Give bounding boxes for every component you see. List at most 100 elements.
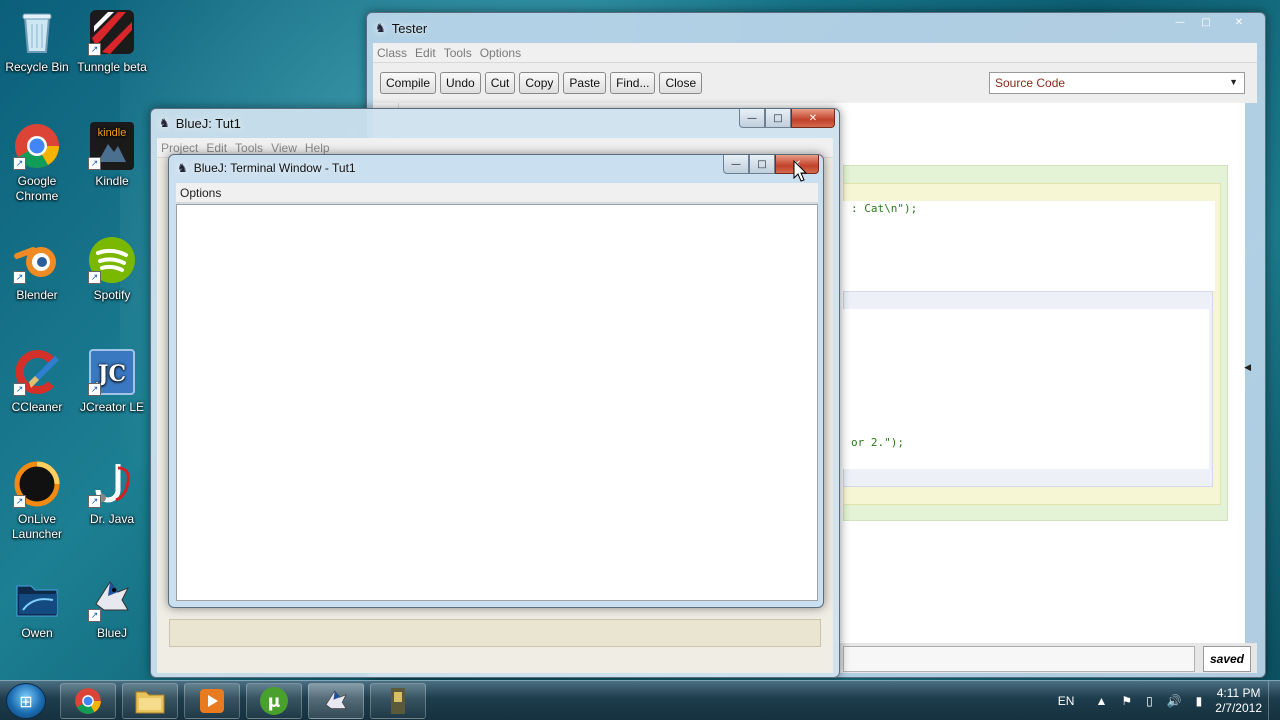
java-app-icon <box>391 688 405 714</box>
terminal-menubar: Options <box>176 183 818 203</box>
language-indicator[interactable]: EN <box>1058 694 1075 708</box>
cut-button[interactable]: Cut <box>484 72 516 94</box>
shortcut-arrow-icon: ↗ <box>88 495 101 508</box>
maximize-button[interactable]: □ <box>1193 13 1219 32</box>
terminal-title: BlueJ: Terminal Window - Tut1 <box>193 161 356 175</box>
view-select[interactable]: Source Code ▼ <box>989 72 1245 94</box>
minimize-button[interactable]: — <box>723 155 749 174</box>
recycle-bin-icon <box>13 8 61 56</box>
tester-titlebar[interactable]: ♞ Tester <box>367 13 1265 43</box>
clock[interactable]: 4:11 PM 2/7/2012 <box>1215 686 1262 716</box>
tester-window-controls: — □ ✕ <box>1167 13 1259 32</box>
close-editor-button[interactable]: Close <box>659 72 703 94</box>
power-icon[interactable]: ▯ <box>1146 694 1153 708</box>
compile-button[interactable]: Compile <box>380 72 437 94</box>
kindle-icon: kindle ↗ <box>88 122 136 170</box>
menu-options[interactable]: Options <box>476 46 525 60</box>
desktop-icon-tunngle[interactable]: ↗ Tunngle beta <box>75 8 149 75</box>
menu-options[interactable]: Options <box>176 186 225 200</box>
svg-text:kindle: kindle <box>98 127 127 139</box>
collapse-arrow-icon[interactable]: ◀ <box>1244 363 1251 373</box>
shortcut-arrow-icon: ↗ <box>88 383 101 396</box>
taskbar-utorrent[interactable]: µ <box>246 683 302 719</box>
bluej-icon <box>325 690 347 709</box>
volume-icon[interactable]: 🔊 <box>1167 694 1182 708</box>
menu-view[interactable]: View <box>267 141 301 155</box>
shortcut-arrow-icon: ↗ <box>88 157 101 170</box>
desktop-icon-kindle[interactable]: kindle ↗ Kindle <box>75 122 149 189</box>
terminal-output[interactable] <box>176 204 818 601</box>
desktop-icon-jcreator[interactable]: JC ↗ JCreator LE <box>75 348 149 415</box>
show-desktop-button[interactable] <box>1268 681 1280 720</box>
chrome-icon: ↗ <box>13 122 61 170</box>
find-button[interactable]: Find... <box>610 72 656 94</box>
action-center-flag-icon[interactable]: ⚑ <box>1121 694 1132 708</box>
desktop-icon-owen[interactable]: Owen <box>0 574 74 641</box>
blender-icon: ↗ <box>13 236 61 284</box>
menu-help[interactable]: Help <box>301 141 334 155</box>
onlive-icon: ↗ <box>13 460 61 508</box>
bluej-titlebar[interactable]: ♞ BlueJ: Tut1 <box>151 109 839 137</box>
media-player-icon <box>200 689 224 713</box>
desktop-icon-spotify[interactable]: ↗ Spotify <box>75 236 149 303</box>
desktop-icon-bluej[interactable]: ↗ BlueJ <box>75 574 149 641</box>
terminal-window[interactable]: ♞ BlueJ: Terminal Window - Tut1 — □ ✕ Op… <box>168 154 824 608</box>
tunngle-icon: ↗ <box>88 8 136 56</box>
shortcut-arrow-icon: ↗ <box>13 383 26 396</box>
network-icon[interactable]: ▮ <box>1196 694 1203 708</box>
ccleaner-icon: ↗ <box>13 348 61 396</box>
utorrent-icon: µ <box>260 687 288 715</box>
menu-class[interactable]: Class <box>373 46 411 60</box>
desktop-icon-chrome[interactable]: ↗ Google Chrome <box>0 122 74 204</box>
shortcut-arrow-icon: ↗ <box>88 43 101 56</box>
menu-tools[interactable]: Tools <box>440 46 476 60</box>
desktop-icon-recycle-bin[interactable]: Recycle Bin <box>0 8 74 75</box>
maximize-button[interactable]: □ <box>765 109 791 128</box>
bluej-window-controls: — □ ✕ <box>739 109 835 128</box>
mouse-cursor-icon <box>793 160 807 182</box>
desktop-icon-drjava[interactable]: ↗ Dr. Java <box>75 460 149 527</box>
shortcut-arrow-icon: ↗ <box>88 609 101 622</box>
menu-edit[interactable]: Edit <box>202 141 231 155</box>
close-button[interactable]: ✕ <box>1219 13 1259 32</box>
close-button[interactable]: ✕ <box>791 109 835 128</box>
desktop-icon-label: Kindle <box>95 174 129 188</box>
paste-button[interactable]: Paste <box>563 72 607 94</box>
system-tray: EN ▲ ⚑ ▯ 🔊 ▮ 4:11 PM 2/7/2012 <box>1051 681 1280 720</box>
desktop-icon-label: Tunngle beta <box>77 60 147 74</box>
taskbar-bluej[interactable] <box>308 683 364 719</box>
message-field <box>843 646 1195 672</box>
jcreator-icon: JC ↗ <box>88 348 136 396</box>
clock-time: 4:11 PM <box>1216 686 1261 700</box>
chevron-up-icon[interactable]: ▲ <box>1095 694 1107 708</box>
taskbar-java-app[interactable] <box>370 683 426 719</box>
maximize-button[interactable]: □ <box>749 155 775 174</box>
desktop-icon-label: Recycle Bin <box>5 60 69 74</box>
taskbar-chrome[interactable] <box>60 683 116 719</box>
minimize-button[interactable]: — <box>739 109 765 128</box>
undo-button[interactable]: Undo <box>440 72 481 94</box>
user-folder-icon <box>13 574 61 622</box>
desktop-icon-ccleaner[interactable]: ↗ CCleaner <box>0 348 74 415</box>
desktop-icon-label: CCleaner <box>11 400 63 414</box>
desktop-icon-label: Google Chrome <box>15 174 59 203</box>
taskbar-media-player[interactable] <box>184 683 240 719</box>
menu-project[interactable]: Project <box>157 141 202 155</box>
menu-tools[interactable]: Tools <box>231 141 267 155</box>
chevron-down-icon: ▼ <box>1229 77 1238 87</box>
menu-edit[interactable]: Edit <box>411 46 440 60</box>
minimize-button[interactable]: — <box>1167 13 1193 32</box>
folder-icon <box>135 691 165 714</box>
start-button[interactable]: ⊞ <box>6 683 46 719</box>
desktop-icon-onlive[interactable]: ↗ OnLive Launcher <box>0 460 74 542</box>
tester-toolbar: Compile Undo Cut Copy Paste Find... Close Sour… <box>373 63 1257 103</box>
bluej-app-icon: ♞ <box>375 21 386 35</box>
taskbar: ⊞ µ EN ▲ ⚑ ▯ 🔊 ▮ 4:11 PM 2/7/2012 <box>0 680 1280 720</box>
desktop-icon-blender[interactable]: ↗ Blender <box>0 236 74 303</box>
shortcut-arrow-icon: ↗ <box>13 495 26 508</box>
desktop-icon-label: OnLive Launcher <box>11 512 63 541</box>
desktop-icon-label: Owen <box>21 626 53 640</box>
copy-button[interactable]: Copy <box>519 72 560 94</box>
taskbar-explorer[interactable] <box>122 683 178 719</box>
clock-date: 2/7/2012 <box>1215 701 1262 715</box>
